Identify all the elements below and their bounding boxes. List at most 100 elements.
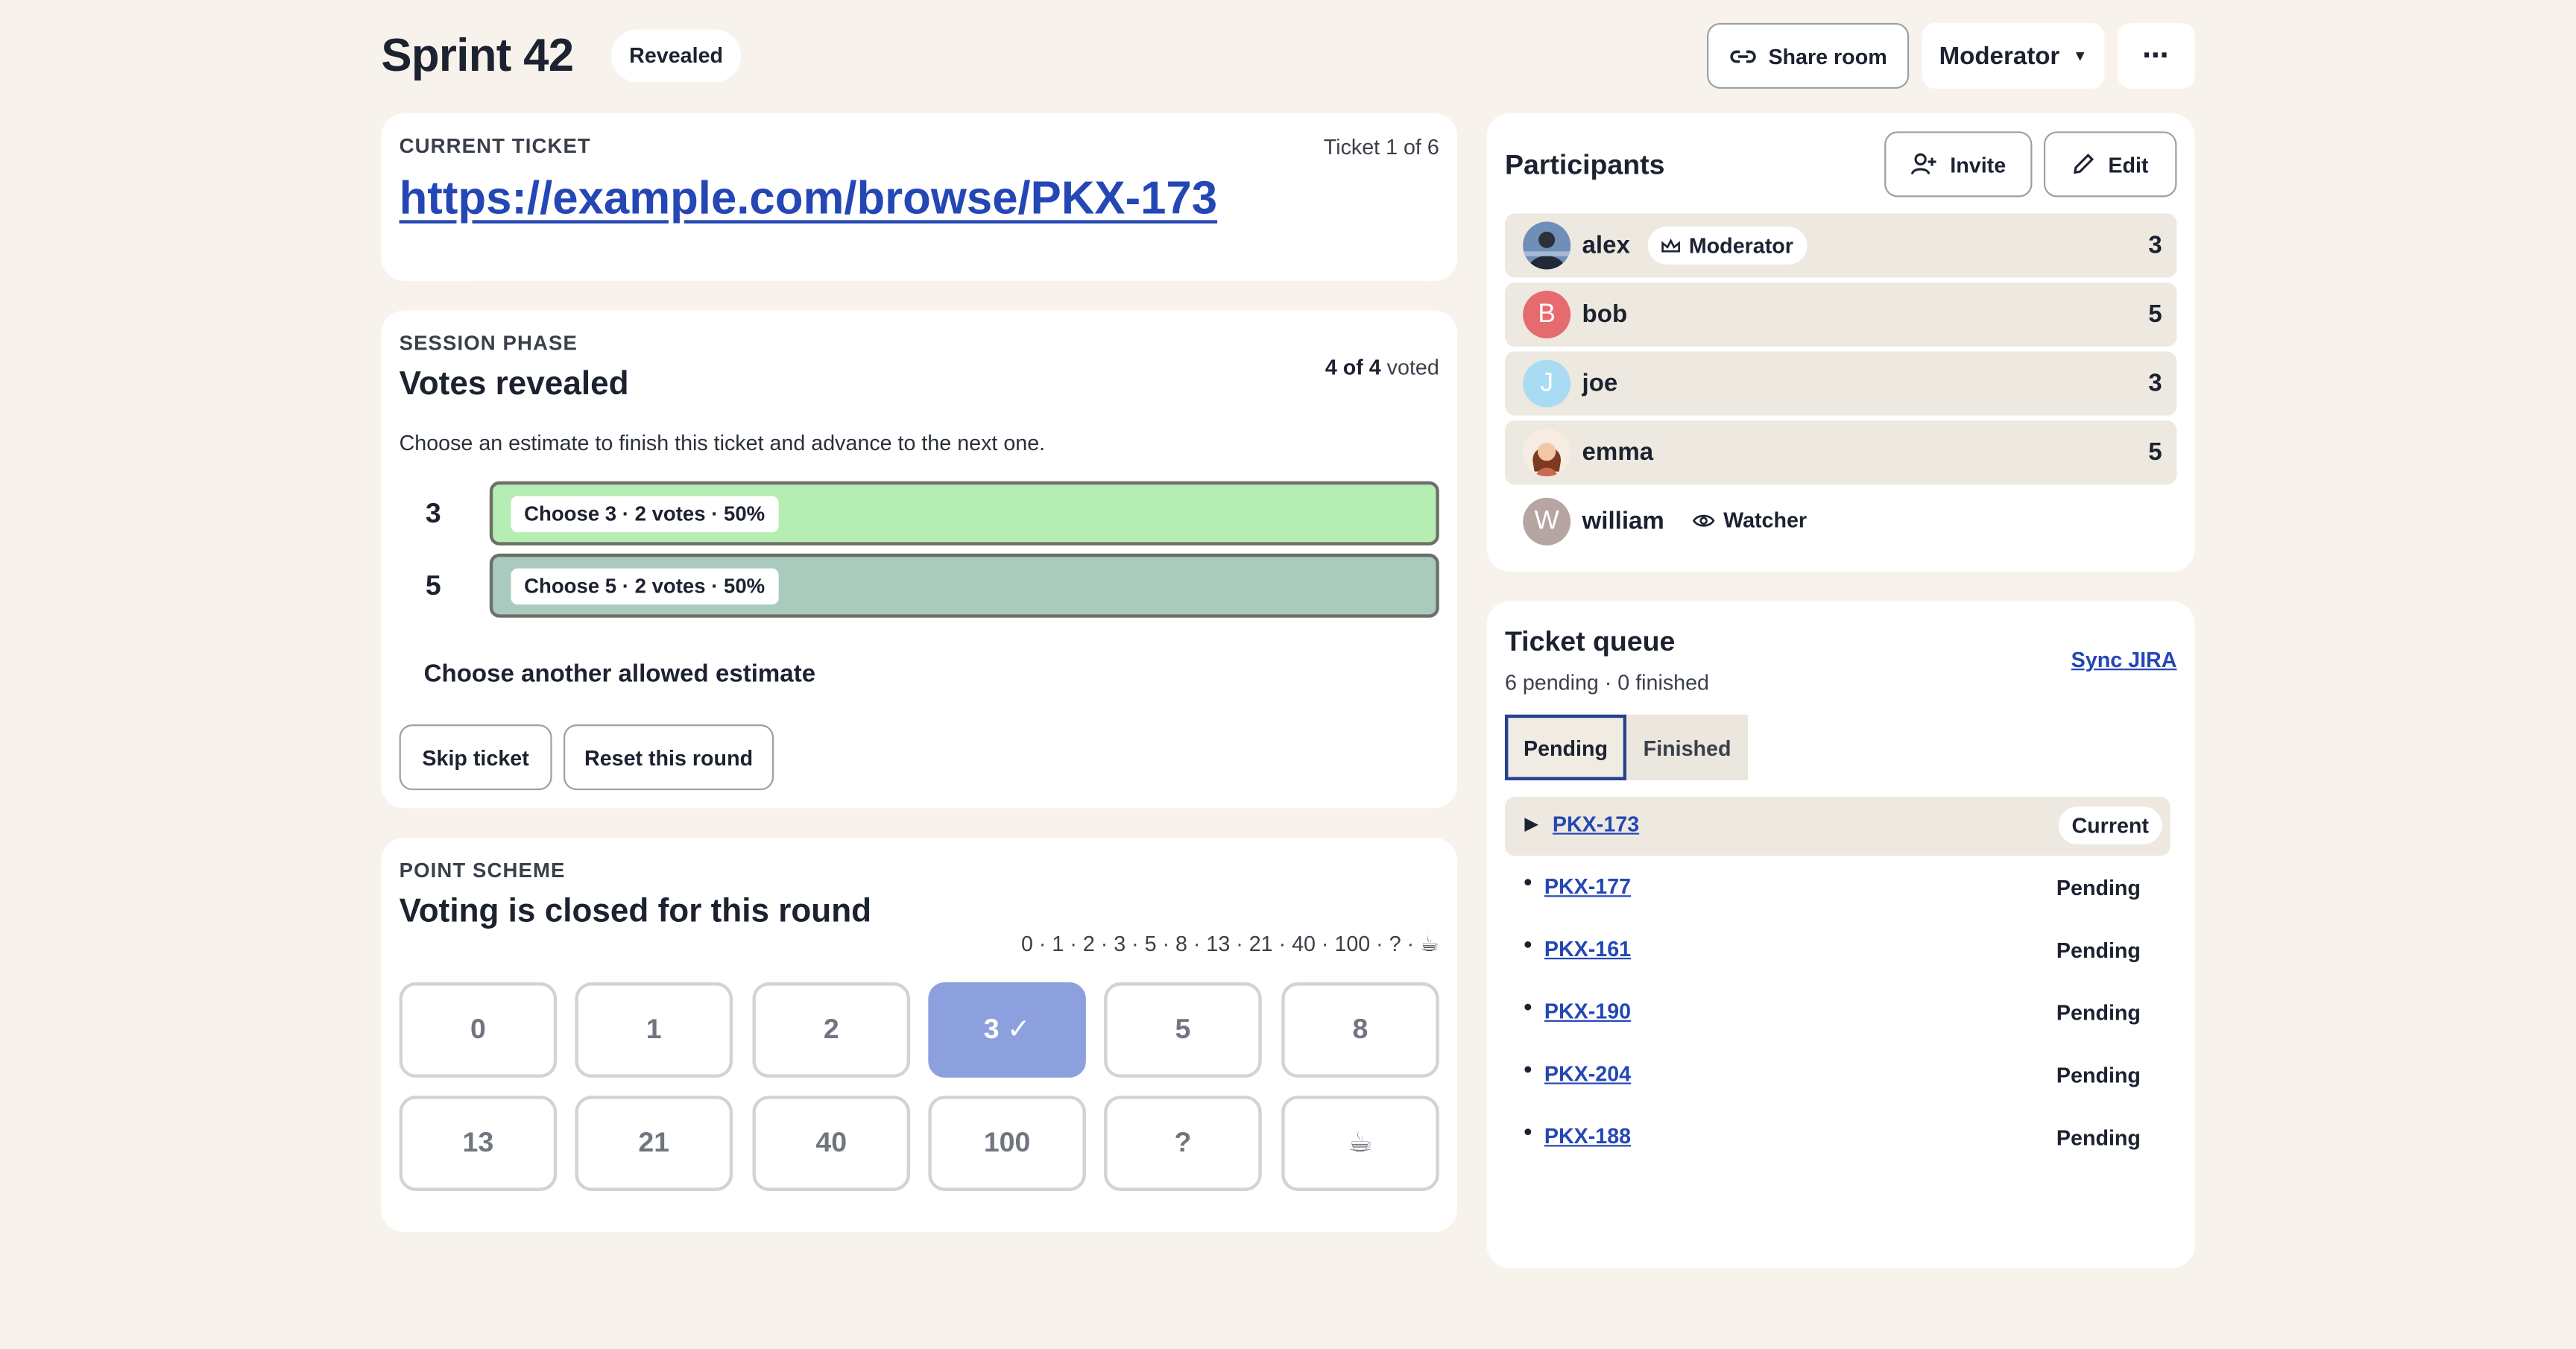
bullet-icon bbox=[1524, 879, 1532, 886]
illustrated-avatar-icon bbox=[1523, 429, 1571, 477]
share-room-label: Share room bbox=[1768, 43, 1887, 69]
ticket-url-link[interactable]: https://example.com/browse/PKX-173 bbox=[400, 172, 1218, 225]
avatar bbox=[1523, 429, 1571, 477]
vote-card[interactable]: 1 bbox=[575, 982, 733, 1078]
participant-name: emma bbox=[1582, 438, 1654, 467]
participant-vote: 5 bbox=[2148, 300, 2162, 329]
queue-status: Pending bbox=[2056, 938, 2141, 963]
queue-ticket-link[interactable]: PKX-173 bbox=[1553, 812, 1639, 836]
voted-count-number: 4 of 4 bbox=[1325, 355, 1381, 380]
vote-card[interactable]: 100 bbox=[928, 1096, 1086, 1191]
more-dots-icon: ⋯ bbox=[2142, 42, 2171, 71]
participant-vote: 3 bbox=[2148, 369, 2162, 398]
queue-item: ▶ PKX-173 Current bbox=[1504, 796, 2171, 856]
app-root: Sprint 42 Revealed Share room Moderator … bbox=[0, 0, 2576, 1349]
tab-pending[interactable]: Pending bbox=[1504, 714, 1627, 780]
estimate-value: 5 bbox=[425, 569, 441, 601]
participant-row: emma 5 bbox=[1504, 420, 2177, 485]
estimate-option[interactable]: 3 Choose 3 · 2 votes · 50% bbox=[400, 481, 1439, 546]
participant-name: joe bbox=[1582, 369, 1618, 398]
vote-card[interactable]: 40 bbox=[752, 1096, 911, 1191]
queue-item: PKX-177 Pending bbox=[1505, 859, 2171, 918]
watcher-tag: Watcher bbox=[1692, 508, 1807, 532]
participant-name: william bbox=[1582, 508, 1664, 536]
bullet-icon bbox=[1524, 1003, 1532, 1011]
queue-status: Pending bbox=[2056, 1063, 2141, 1088]
caret-down-icon: ▼ bbox=[2072, 47, 2088, 64]
queue-status: Pending bbox=[2056, 1000, 2141, 1026]
estimate-value: 3 bbox=[425, 497, 441, 529]
reset-round-button[interactable]: Reset this round bbox=[564, 724, 774, 791]
queue-ticket-link[interactable]: PKX-161 bbox=[1544, 936, 1631, 961]
participant-row: B bob 5 bbox=[1504, 282, 2177, 347]
avatar: B bbox=[1523, 291, 1571, 339]
participant-row: J joe 3 bbox=[1504, 351, 2177, 416]
edit-label: Edit bbox=[2108, 151, 2149, 177]
estimate-choose-label: Choose 5 · 2 votes · 50% bbox=[511, 568, 778, 605]
role-dropdown[interactable]: Moderator ▼ bbox=[1922, 22, 2105, 89]
play-triangle-icon: ▶ bbox=[1524, 815, 1539, 835]
role-label: Moderator bbox=[1939, 42, 2060, 70]
crown-icon bbox=[1661, 237, 1680, 252]
queue-ticket-link[interactable]: PKX-204 bbox=[1544, 1061, 1631, 1086]
vote-card[interactable]: 13 bbox=[399, 1096, 558, 1191]
session-phase-eyebrow: SESSION PHASE bbox=[399, 332, 578, 356]
queue-ticket-link[interactable]: PKX-190 bbox=[1544, 999, 1631, 1023]
queue-ticket-link[interactable]: PKX-188 bbox=[1544, 1124, 1631, 1149]
voted-count-suffix: voted bbox=[1380, 355, 1439, 380]
phase-description: Choose an estimate to finish this ticket… bbox=[399, 430, 1046, 455]
participants-title: Participants bbox=[1504, 149, 1665, 181]
choose-other-estimate[interactable]: Choose another allowed estimate bbox=[424, 660, 815, 688]
eye-icon bbox=[1692, 514, 1715, 526]
vote-card[interactable]: ? bbox=[1104, 1096, 1262, 1191]
edit-button[interactable]: Edit bbox=[2043, 131, 2177, 198]
estimate-option[interactable]: 5 Choose 5 · 2 votes · 50% bbox=[400, 553, 1439, 618]
pencil-icon bbox=[2074, 154, 2094, 174]
point-scheme-card: POINT SCHEME Voting is closed for this r… bbox=[381, 838, 1458, 1233]
share-room-button[interactable]: Share room bbox=[1707, 22, 1910, 89]
participants-card: Participants Invite Edit alex Moderator … bbox=[1486, 113, 2195, 572]
queue-item: PKX-161 Pending bbox=[1505, 922, 2171, 981]
queue-item: PKX-204 Pending bbox=[1505, 1046, 2171, 1105]
participant-name: bob bbox=[1582, 300, 1628, 329]
invite-button[interactable]: Invite bbox=[1884, 131, 2033, 198]
queue-status-current: Current bbox=[2058, 806, 2162, 844]
vote-card[interactable]: 3 ✓ bbox=[928, 982, 1086, 1078]
add-user-icon bbox=[1911, 153, 1936, 175]
avatar: W bbox=[1523, 497, 1571, 546]
moderator-tag-label: Moderator bbox=[1688, 233, 1793, 259]
skip-ticket-button[interactable]: Skip ticket bbox=[399, 724, 552, 791]
queue-item: PKX-190 Pending bbox=[1505, 984, 2171, 1043]
watcher-tag-label: Watcher bbox=[1723, 508, 1808, 533]
more-options-button[interactable]: ⋯ bbox=[2118, 22, 2195, 89]
session-phase-card: SESSION PHASE Votes revealed 4 of 4 vote… bbox=[381, 310, 1458, 809]
bullet-icon bbox=[1524, 1066, 1532, 1073]
ticket-position: Ticket 1 of 6 bbox=[1323, 134, 1439, 159]
participant-vote: 5 bbox=[2148, 438, 2162, 467]
ticket-queue-title: Ticket queue bbox=[1504, 625, 1676, 657]
vote-card[interactable]: 5 bbox=[1104, 982, 1262, 1078]
link-icon bbox=[1731, 50, 1757, 63]
queue-item: PKX-188 Pending bbox=[1505, 1109, 2171, 1168]
status-badge: Revealed bbox=[610, 29, 742, 83]
queue-status: Pending bbox=[2056, 875, 2141, 900]
invite-label: Invite bbox=[1950, 151, 2007, 177]
phase-title: Votes revealed bbox=[399, 366, 629, 403]
voted-count: 4 of 4 voted bbox=[1325, 355, 1439, 379]
vote-card[interactable]: 21 bbox=[575, 1096, 733, 1191]
participant-name: alex bbox=[1582, 231, 1630, 260]
point-scheme-eyebrow: POINT SCHEME bbox=[399, 859, 566, 882]
vote-card[interactable]: 2 bbox=[752, 982, 911, 1078]
estimate-bar[interactable]: Choose 5 · 2 votes · 50% bbox=[489, 553, 1439, 618]
bullet-icon bbox=[1524, 1128, 1532, 1136]
queue-ticket-link[interactable]: PKX-177 bbox=[1544, 874, 1631, 899]
vote-card[interactable]: 0 bbox=[399, 982, 558, 1078]
participant-row: W william Watcher bbox=[1505, 490, 2176, 554]
queue-status: Pending bbox=[2056, 1125, 2141, 1150]
vote-card[interactable]: 8 bbox=[1281, 982, 1439, 1078]
sync-jira-link[interactable]: Sync JIRA bbox=[2071, 647, 2177, 672]
vote-card[interactable]: ☕ bbox=[1281, 1096, 1439, 1191]
tab-finished[interactable]: Finished bbox=[1626, 714, 1749, 780]
scheme-title: Voting is closed for this round bbox=[399, 894, 872, 930]
estimate-bar[interactable]: Choose 3 · 2 votes · 50% bbox=[489, 481, 1439, 546]
